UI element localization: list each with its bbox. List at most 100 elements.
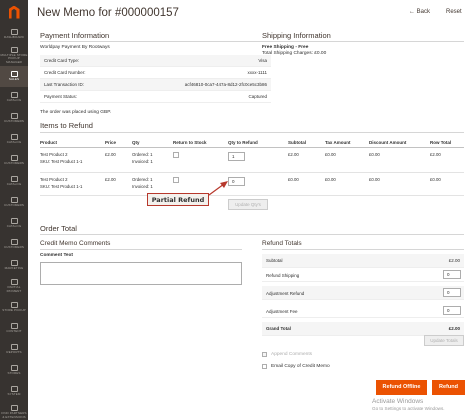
sidebar-item-customers[interactable]: CUSTOMERS xyxy=(0,192,28,213)
update-qty-button[interactable]: Update Qty's xyxy=(228,199,268,210)
sidebar-item-label: CUSTOMERS xyxy=(3,245,24,250)
magento-logo-icon xyxy=(8,5,20,19)
row-discount: £0.00 xyxy=(369,177,380,182)
adjustment-fee-label: Adjustment Fee xyxy=(266,309,298,314)
email-copy-checkbox[interactable] xyxy=(262,364,267,369)
adjustment-refund-label: Adjustment Refund xyxy=(266,291,305,296)
row-tax: £0.00 xyxy=(325,177,336,182)
sidebar-item-catalog[interactable]: CATALOG xyxy=(0,213,28,234)
email-copy-label: Email Copy of Credit Memo xyxy=(271,364,330,369)
comments-divider xyxy=(40,249,242,250)
subtotal-label: Subtotal xyxy=(266,258,283,263)
sidebar-item-label: CUSTOMERS xyxy=(3,203,24,208)
append-comments-label: Append Comments xyxy=(271,352,313,357)
sidebar-item-content[interactable]: CONTENT xyxy=(0,318,28,339)
product-name: Test Product 2 xyxy=(40,177,68,182)
payment-row-label: Last Transaction ID: xyxy=(44,82,85,87)
qty-to-refund-input[interactable]: 1 xyxy=(228,152,245,161)
refund-shipping-label: Refund Shipping xyxy=(266,273,300,278)
product-name: Test Product 2 xyxy=(40,152,68,157)
adjustment-refund-input[interactable]: 0 xyxy=(443,288,461,297)
row-tax: £0.00 xyxy=(325,152,336,157)
items-divider xyxy=(40,132,464,133)
col-qty: Qty xyxy=(132,140,140,145)
sidebar-item-catalog[interactable]: CATALOG xyxy=(0,171,28,192)
sidebar-item-find-partners-extensions[interactable]: FIND PARTNERS & EXTENSIONS xyxy=(0,402,28,420)
qty-ordered: Ordered: 1 xyxy=(132,152,153,157)
update-totals-button[interactable]: Update Totals xyxy=(424,335,464,346)
payment-row-label: Payment Status: xyxy=(44,94,78,99)
sidebar-item-stores[interactable]: STORES xyxy=(0,360,28,381)
row-total: £2.00 xyxy=(430,152,441,157)
sidebar-item-label: SYSTEM xyxy=(7,392,21,397)
col-discount-amount: Discount Amount xyxy=(369,140,407,145)
sidebar-item-label: SALES xyxy=(8,77,20,82)
payment-divider xyxy=(40,41,271,42)
sidebar-item-multiple-store-pickup-manager[interactable]: MULTIPLE STORE PICKUP MANAGER xyxy=(0,45,28,66)
sidebar-item-label: CATALOG xyxy=(6,98,22,103)
sidebar-item-label: REPORTS xyxy=(6,350,22,355)
items-to-refund-title: Items to Refund xyxy=(40,121,93,130)
totals-row-grand-total: Grand Total £2.00 xyxy=(262,322,464,336)
refund-button[interactable]: Refund xyxy=(432,380,465,395)
partial-refund-callout: Partial Refund xyxy=(147,193,209,206)
sidebar-item-sales[interactable]: SALES xyxy=(0,66,28,87)
sidebar-item-label: MULTIPLE STORE PICKUP MANAGER xyxy=(0,52,28,64)
sidebar-item-label: STORES xyxy=(7,371,21,376)
payment-row-label: Credit Card Type: xyxy=(44,58,80,63)
order-total-title: Order Total xyxy=(40,224,77,233)
subtotal-value: £2.00 xyxy=(448,258,460,263)
totals-row-refund-shipping: Refund Shipping 0 xyxy=(262,268,464,282)
adjustment-fee-input[interactable]: 0 xyxy=(443,306,461,315)
sidebar-item-label: CUSTOMERS xyxy=(3,161,24,166)
windows-activation-watermark: Activate Windows Go to Settings to activ… xyxy=(372,398,445,411)
refund-shipping-input[interactable]: 0 xyxy=(443,270,461,279)
sidebar-item-catalog[interactable]: CATALOG xyxy=(0,129,28,150)
admin-sidebar: DASHBOARD MULTIPLE STORE PICKUP MANAGER SA… xyxy=(0,0,28,420)
totals-row-subtotal: Subtotal £2.00 xyxy=(262,254,464,268)
back-button[interactable]: ← Back xyxy=(409,9,430,15)
payment-details-table: Credit Card Type: Visa Credit Card Number… xyxy=(40,55,271,103)
comment-textarea[interactable] xyxy=(40,262,242,285)
sidebar-item-label: CUSTOMERS xyxy=(3,119,24,124)
totals-row-adjustment-fee: Adjustment Fee 0 xyxy=(262,304,464,318)
sidebar-item-customers[interactable]: CUSTOMERS xyxy=(0,150,28,171)
shipping-charges: Total Shipping Charges: £0.00 xyxy=(262,51,327,56)
col-product: Product xyxy=(40,140,58,145)
magento-logo[interactable] xyxy=(0,0,28,24)
product-price: £2.00 xyxy=(105,177,116,182)
payment-row: Credit Card Type: Visa xyxy=(40,55,271,67)
sidebar-item-dashboard[interactable]: DASHBOARD xyxy=(0,24,28,45)
watermark-line-2: Go to Settings to activate Windows. xyxy=(372,406,445,411)
page-title: New Memo for #000000157 xyxy=(37,7,179,19)
sidebar-item-label: PARTIAL PAYMENT xyxy=(6,285,22,293)
shipping-divider xyxy=(262,41,464,42)
sidebar-item-label: DASHBOARD xyxy=(4,35,24,40)
sidebar-item-store-pickup[interactable]: STORE PICKUP xyxy=(0,297,28,318)
append-comments-checkbox[interactable] xyxy=(262,352,267,357)
store-pickup-icon xyxy=(10,46,18,53)
row-discount: £0.00 xyxy=(369,152,380,157)
reset-button[interactable]: Reset xyxy=(446,9,462,15)
sidebar-item-label: FIND PARTNERS & EXTENSIONS xyxy=(1,411,27,419)
sidebar-item-customers[interactable]: CUSTOMERS xyxy=(0,234,28,255)
sidebar-item-partial-payment[interactable]: PARTIAL PAYMENT xyxy=(0,276,28,297)
product-sku: SKU: Test Product 1-1 xyxy=(40,159,83,164)
qty-to-refund-input[interactable]: 0 xyxy=(228,177,245,186)
sidebar-item-customers[interactable]: CUSTOMERS xyxy=(0,108,28,129)
refund-offline-button[interactable]: Refund Offline xyxy=(376,380,427,395)
return-to-stock-checkbox[interactable] xyxy=(173,177,179,183)
sidebar-item-label: CONTENT xyxy=(6,329,22,334)
sidebar-item-catalog[interactable]: CATALOG xyxy=(0,87,28,108)
sidebar-item-marketing[interactable]: MARKETING xyxy=(0,255,28,276)
payment-row-value: acf46810-0ca7-447a-8d12-2fc0ce5c3b86 xyxy=(184,82,267,87)
sidebar-item-label: STORE PICKUP xyxy=(2,308,26,313)
sidebar-item-system[interactable]: SYSTEM xyxy=(0,381,28,402)
return-to-stock-checkbox[interactable] xyxy=(173,152,179,158)
product-price: £2.00 xyxy=(105,152,116,157)
col-tax-amount: Tax Amount xyxy=(325,140,351,145)
payment-method: Worldpay Payment By Rootways xyxy=(40,45,110,50)
payment-row: Last Transaction ID: acf46810-0ca7-447a-8… xyxy=(40,79,271,91)
sidebar-item-reports[interactable]: REPORTS xyxy=(0,339,28,360)
col-price: Price xyxy=(105,140,117,145)
